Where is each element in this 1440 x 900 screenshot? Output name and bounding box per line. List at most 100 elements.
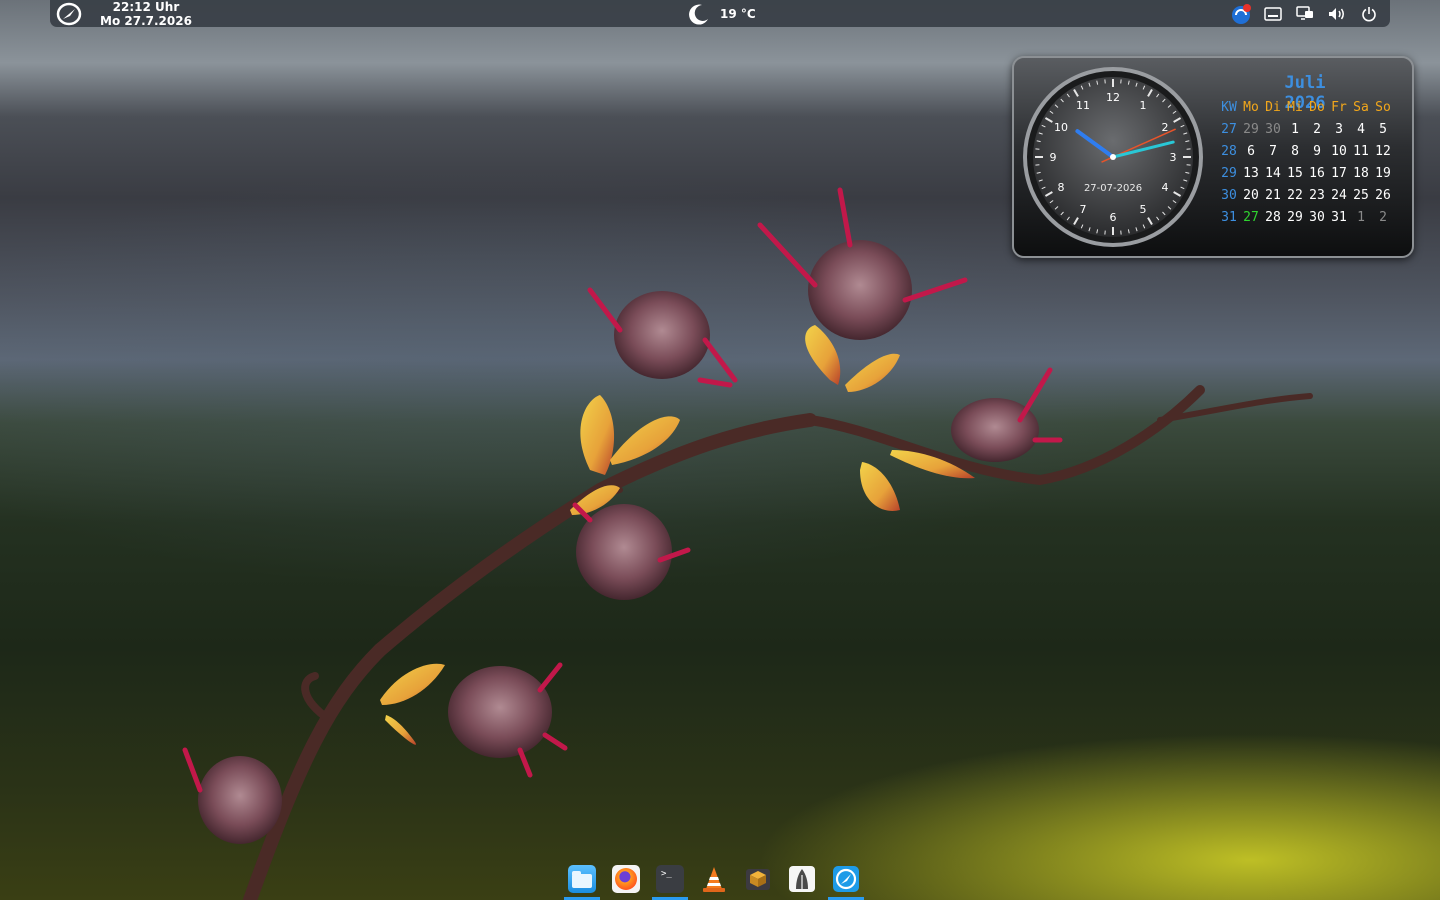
calendar-day[interactable]: 4 (1350, 118, 1372, 140)
calendar-week-header: KW (1221, 99, 1237, 115)
clock-center-pin (1110, 154, 1116, 160)
calendar-day-other-month[interactable]: 29 (1240, 118, 1262, 140)
dock-item-files[interactable] (564, 862, 600, 900)
calendar-day[interactable]: 20 (1240, 184, 1262, 206)
panel-time: 22:12 Uhr (112, 0, 180, 14)
calendar-week-row: 28 6 7 8 9 10 11 12 (1218, 140, 1394, 162)
calendar-day-other-month[interactable]: 30 (1262, 118, 1284, 140)
calendar-day[interactable]: 6 (1240, 140, 1262, 162)
calendar-grid: KW Mo Di Mi Do Fr Sa So 27 29 30 1 2 3 4 5 28 6 7 8 9 10 11 12 2… (1218, 96, 1394, 228)
dock: >_ (564, 862, 864, 900)
calendar-day[interactable]: 24 (1328, 184, 1350, 206)
weather-temperature: 19 °C (720, 7, 756, 21)
calendar-day[interactable]: 2 (1306, 118, 1328, 140)
calendar-day[interactable]: 22 (1284, 184, 1306, 206)
update-notifier-button[interactable] (1230, 3, 1252, 25)
calendar-day[interactable]: 14 (1262, 162, 1284, 184)
calendar-day[interactable]: 31 (1328, 206, 1350, 228)
calendar-day[interactable]: 9 (1306, 140, 1328, 162)
distro-logo-icon (833, 866, 859, 892)
calendar-day[interactable]: 26 (1372, 184, 1394, 206)
panel-date: Mo 27.7.2026 (100, 14, 192, 28)
firefox-icon (612, 865, 640, 893)
calendar-week-number: 30 (1221, 187, 1237, 203)
clock-numeral: 4 (1161, 181, 1168, 194)
moon-icon (689, 4, 708, 25)
calendar-day[interactable]: 1 (1284, 118, 1306, 140)
calendar-day-other-month[interactable]: 2 (1372, 206, 1394, 228)
vlc-cone-icon (703, 867, 725, 892)
calendar-day[interactable]: 8 (1284, 140, 1306, 162)
calendar-day[interactable]: 12 (1372, 140, 1394, 162)
calendar-header-row: KW Mo Di Mi Do Fr Sa So (1218, 96, 1394, 118)
calendar-weekday-header: So (1375, 99, 1391, 115)
terminal-icon: >_ (656, 865, 684, 893)
calendar-day[interactable]: 28 (1262, 206, 1284, 228)
calendar-weekday-header: Di (1265, 99, 1281, 115)
calendar-day[interactable]: 16 (1306, 162, 1328, 184)
distro-logo-icon (56, 2, 82, 26)
calendar-day[interactable]: 29 (1284, 206, 1306, 228)
dock-item-archive[interactable] (740, 862, 776, 900)
volume-button[interactable] (1326, 3, 1348, 25)
calendar-week-number: 28 (1221, 143, 1237, 159)
calendar-day[interactable]: 10 (1328, 140, 1350, 162)
calendar-day[interactable]: 25 (1350, 184, 1372, 206)
analog-clock: 121234567891011 27-07-2026 (1023, 67, 1203, 247)
calendar-day[interactable]: 11 (1350, 140, 1372, 162)
folder-icon (568, 865, 596, 893)
calendar-week-row: 31 27 28 29 30 31 1 2 (1218, 206, 1394, 228)
calendar-day[interactable]: 18 (1350, 162, 1372, 184)
app-launcher-button[interactable] (56, 2, 82, 26)
clock-numeral: 6 (1110, 211, 1117, 224)
weather-applet[interactable]: 19 °C (688, 2, 756, 26)
panel-clock[interactable]: 22:12 Uhr Mo 27.7.2026 (100, 0, 192, 28)
clock-numeral: 11 (1076, 99, 1090, 112)
calendar-day[interactable]: 23 (1306, 184, 1328, 206)
calendar-weekday-header: Do (1309, 99, 1325, 115)
network-icon (1296, 6, 1313, 20)
calendar-week-row: 30 20 21 22 23 24 25 26 (1218, 184, 1394, 206)
calendar-weekday-header: Fr (1331, 99, 1347, 115)
calendar-day[interactable]: 7 (1262, 140, 1284, 162)
calendar-weekday-header: Sa (1353, 99, 1369, 115)
branch (243, 385, 1313, 900)
calendar-day[interactable]: 19 (1372, 162, 1394, 184)
calendar-week-number: 31 (1221, 209, 1237, 225)
calendar-week-number: 27 (1221, 121, 1237, 137)
keyboard-button[interactable] (1262, 3, 1284, 25)
calendar-day[interactable]: 21 (1262, 184, 1284, 206)
dock-item-system[interactable] (828, 862, 864, 900)
clock-numeral: 3 (1170, 151, 1177, 164)
power-button[interactable] (1358, 3, 1380, 25)
clock-calendar-widget[interactable]: 12 1 2 3 4 5 6 7 8 9 10 11 27-07-2026 Juli 2026 KW M… (1012, 56, 1414, 258)
clock-numeral: 7 (1080, 203, 1087, 216)
clock-numeral: 12 (1106, 91, 1120, 104)
update-notifier-icon (1232, 4, 1251, 24)
archive-box-icon (746, 869, 770, 890)
network-button[interactable] (1294, 3, 1316, 25)
dock-item-inkscape[interactable] (784, 862, 820, 900)
calendar-day-other-month[interactable]: 1 (1350, 206, 1372, 228)
clock-numeral: 9 (1050, 151, 1057, 164)
keyboard-icon (1264, 7, 1282, 21)
calendar-day[interactable]: 5 (1372, 118, 1394, 140)
calendar-day-today[interactable]: 27 (1240, 206, 1262, 228)
dock-item-firefox[interactable] (608, 862, 644, 900)
calendar-day[interactable]: 17 (1328, 162, 1350, 184)
clock-date-label: 27-07-2026 (1084, 183, 1142, 194)
system-tray (1230, 2, 1380, 26)
dock-item-vlc[interactable] (696, 862, 732, 900)
top-panel: 22:12 Uhr Mo 27.7.2026 19 °C (50, 0, 1390, 28)
calendar-weekday-header: Mo (1243, 99, 1259, 115)
calendar-day[interactable]: 15 (1284, 162, 1306, 184)
calendar-day[interactable]: 3 (1328, 118, 1350, 140)
calendar-day[interactable]: 13 (1240, 162, 1262, 184)
power-icon (1362, 7, 1376, 22)
calendar-day[interactable]: 30 (1306, 206, 1328, 228)
clock-numeral: 1 (1140, 99, 1147, 112)
pen-nib-icon (789, 866, 815, 892)
clock-numeral: 8 (1058, 181, 1065, 194)
calendar-week-row: 27 29 30 1 2 3 4 5 (1218, 118, 1394, 140)
dock-item-terminal[interactable]: >_ (652, 862, 688, 900)
